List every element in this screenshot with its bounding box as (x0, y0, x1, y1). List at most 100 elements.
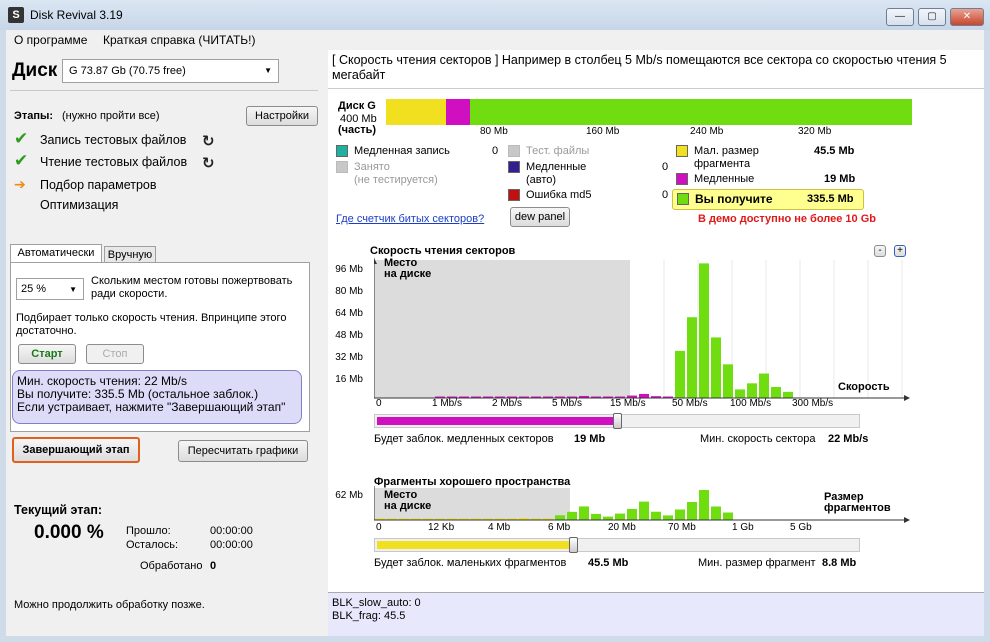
menu-about[interactable]: О программе (14, 33, 87, 47)
blocked-slow-value: 19 Mb (574, 433, 606, 445)
speed-slider[interactable] (374, 413, 860, 429)
chart-bar (771, 386, 781, 398)
disk-tick: 240 Mb (690, 126, 724, 137)
bad-sector-counter-link[interactable]: Где счетчик битых секторов? (336, 213, 484, 225)
window-title: Disk Revival 3.19 (30, 8, 123, 22)
minimize-button[interactable]: — (886, 8, 914, 26)
x-tick: 15 Mb/s (610, 398, 646, 409)
chart-bar (615, 513, 625, 520)
legend-small-frag-value: 45.5 Mb (814, 145, 855, 157)
place-on-disk-label: Место на диске (384, 490, 431, 512)
start-button[interactable]: Старт (18, 344, 76, 364)
percent-select-value: 25 % (21, 283, 47, 295)
press-final-text: Если устраивает, нажмите "Завершающий эт… (17, 400, 286, 414)
status-line: BLK_slow_auto: 0 (332, 597, 421, 609)
elapsed-value: 00:00:00 (210, 525, 253, 537)
legend-slow-auto-note: (авто) (526, 174, 557, 186)
app-icon: S (8, 7, 24, 23)
stop-button[interactable]: Стоп (86, 344, 144, 364)
legend-slow-auto: Медленные (526, 161, 587, 173)
chart-bar (639, 501, 649, 520)
header-description: [ Скорость чтения секторов ] Например в … (332, 53, 947, 82)
refresh-icon[interactable]: ↻ (202, 154, 215, 172)
refresh-icon[interactable]: ↻ (202, 132, 215, 150)
settings-button[interactable]: Настройки (246, 106, 318, 126)
legend-slow-write-value: 0 (492, 145, 499, 157)
continue-later-note: Можно продолжить обработку позже. (14, 599, 205, 611)
legend-test-files: Тест. файлы (526, 145, 590, 157)
frag-axis-label: Размер фрагментов (824, 492, 891, 514)
tab-auto[interactable]: Автоматически (10, 244, 102, 263)
legend-slow-auto-value: 0 (662, 161, 669, 173)
close-button[interactable]: ✕ (950, 8, 984, 26)
stage-label: Запись тестовых файлов (40, 133, 187, 147)
chart-bar (723, 364, 733, 398)
legend-md5-value: 0 (662, 189, 669, 201)
place-label-line2: на диске (384, 500, 432, 512)
elapsed-label: Прошло: (126, 525, 171, 537)
result-info-box: Мин. скорость чтения: 22 Mb/s Вы получит… (12, 370, 302, 424)
zoom-in-button[interactable]: + (894, 245, 906, 257)
min-speed-value: 22 Mb/s (828, 433, 869, 445)
stage-label: Оптимизация (40, 198, 119, 212)
x-tick: 0 (376, 522, 382, 533)
chart-bar (759, 373, 769, 398)
percent-select[interactable]: 25 % ▼ (16, 278, 84, 300)
disk-tick: 160 Mb (586, 126, 620, 137)
y-tick: 32 Mb (335, 352, 363, 363)
current-percent: 0.000 % (34, 522, 104, 543)
x-tick: 2 Mb/s (492, 398, 523, 409)
disk-select[interactable]: G 73.87 Gb (70.75 free) ▼ (62, 59, 279, 83)
legend-md5: Ошибка md5 (526, 189, 592, 201)
left-panel: Диск G 73.87 Gb (70.75 free) ▼ Этапы: (н… (6, 50, 324, 636)
speed-slider-thumb[interactable] (613, 413, 622, 429)
frag-slider-thumb[interactable] (569, 537, 579, 553)
disk-bar-part: (часть) (338, 124, 377, 136)
legend-small-frag-2: фрагмента (694, 158, 751, 170)
disk-tick: 80 Mb (480, 126, 508, 137)
stage-item-params: ➔ Подбор параметров (14, 176, 157, 193)
x-tick: 70 Mb (668, 522, 696, 533)
stages-note: (нужно пройти все) (62, 110, 160, 122)
chart-bar (687, 317, 697, 398)
checkmark-icon: ✔ (14, 129, 29, 148)
legend-busy: Занято (354, 161, 390, 173)
zoom-out-button[interactable]: - (874, 245, 886, 257)
legend-swatch-slow (676, 173, 688, 185)
speed-axis-label: Скорость (838, 381, 890, 393)
min-speed-label: Мин. скорость сектора (700, 433, 816, 445)
legend-swatch-busy (336, 161, 348, 173)
y-tick: 64 Mb (335, 308, 363, 319)
chart-bar (555, 515, 565, 520)
maximize-button[interactable]: ▢ (918, 8, 946, 26)
recalc-charts-button[interactable]: Пересчитать графики (178, 440, 308, 462)
x-tick: 6 Mb (548, 522, 571, 533)
chart-bar (735, 389, 745, 398)
legend-busy-note: (не тестируется) (354, 174, 438, 186)
chevron-down-icon: ▼ (69, 285, 77, 294)
frag-slider[interactable] (374, 537, 860, 553)
tab-manual[interactable]: Вручную (104, 246, 156, 263)
stage-item-write: ✔ Запись тестовых файлов (14, 129, 186, 149)
right-panel: [ Скорость чтения секторов ] Например в … (328, 50, 984, 636)
menu-help[interactable]: Краткая справка (ЧИТАТЬ!) (103, 33, 255, 47)
stage-label: Подбор параметров (40, 178, 157, 192)
disk-bar-label: Диск G (338, 100, 376, 112)
axis-arrow-icon (904, 517, 910, 523)
disk-map-bar (386, 99, 912, 125)
disk-bar-slow (446, 99, 470, 125)
y-tick: 96 Mb (335, 264, 363, 275)
final-stage-button[interactable]: Завершающий этап (12, 437, 140, 463)
dew-panel-button[interactable]: dew panel (510, 207, 570, 227)
checkmark-icon: ✔ (14, 151, 29, 170)
axis-arrow-icon (904, 395, 910, 401)
current-stage-label: Текущий этап: (14, 503, 103, 517)
menu-bar: О программе Краткая справка (ЧИТАТЬ!) (6, 30, 984, 50)
legend-swatch-you-get (677, 193, 689, 205)
chart-bar (675, 509, 685, 520)
x-tick: 0 (376, 398, 382, 409)
arrow-right-icon: ➔ (14, 176, 26, 192)
disk-tick: 320 Mb (798, 126, 832, 137)
you-get-highlight: Вы получите 335.5 Mb (672, 189, 864, 210)
speed-slider-fill (377, 417, 616, 425)
